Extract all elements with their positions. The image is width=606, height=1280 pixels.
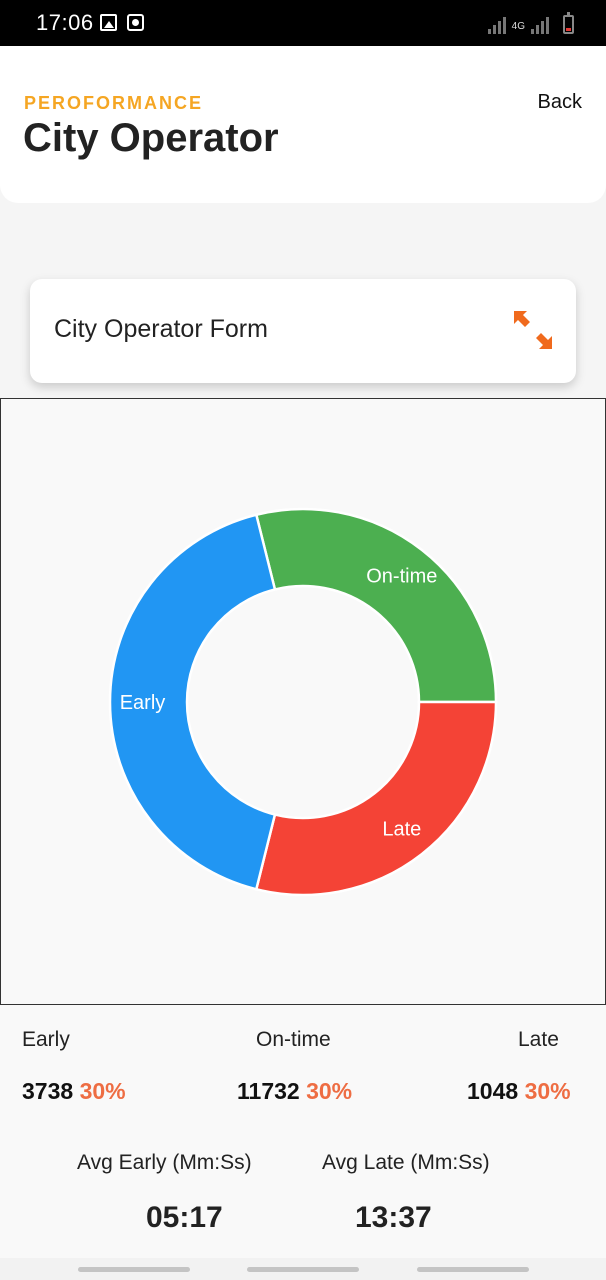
- donut-slice-on-time[interactable]: [254, 507, 498, 704]
- network-type-label: 4G: [511, 21, 525, 32]
- late-percent: 30%: [524, 1078, 571, 1104]
- status-notification-icons: [100, 14, 144, 31]
- late-value: 1048 30%: [467, 1078, 571, 1105]
- photo-icon: [100, 14, 117, 31]
- donut-slice-late[interactable]: [254, 700, 498, 897]
- early-label: Early: [22, 1028, 70, 1051]
- nav-back-button[interactable]: [417, 1267, 529, 1272]
- battery-icon: [563, 12, 574, 34]
- avg-late-label: Avg Late (Mm:Ss): [322, 1151, 490, 1174]
- stats-panel: Early On-time Late 3738 30% 11732 30% 10…: [0, 1005, 606, 1260]
- ontime-label: On-time: [256, 1028, 331, 1051]
- chart-container: On-time Late Early: [0, 398, 606, 1005]
- donut-chart: On-time Late Early: [108, 507, 498, 897]
- late-count: 1048: [467, 1078, 519, 1104]
- nav-home-button[interactable]: [247, 1267, 359, 1272]
- donut-label-early: Early: [120, 692, 166, 714]
- record-icon: [127, 14, 144, 31]
- status-bar: 17:06 4G: [0, 0, 606, 46]
- status-system-icons: 4G: [487, 12, 574, 34]
- wifi-signal-icon: [487, 16, 506, 34]
- ontime-value: 11732 30%: [237, 1078, 352, 1105]
- avg-early-value: 05:17: [146, 1201, 223, 1234]
- status-time: 17:06: [36, 10, 94, 35]
- system-nav-bar: [0, 1258, 606, 1280]
- early-percent: 30%: [79, 1078, 126, 1104]
- form-card[interactable]: City Operator Form: [30, 279, 576, 383]
- late-label: Late: [518, 1028, 559, 1051]
- header-subtitle: PEROFORMANCE: [24, 93, 204, 113]
- early-count: 3738: [22, 1078, 74, 1104]
- form-card-title: City Operator Form: [54, 315, 268, 343]
- donut-label-on-time: On-time: [366, 566, 437, 588]
- ontime-percent: 30%: [306, 1078, 353, 1104]
- expand-arrows-icon[interactable]: [510, 307, 556, 353]
- back-button[interactable]: Back: [538, 91, 582, 114]
- donut-label-late: Late: [382, 818, 421, 840]
- ontime-count: 11732: [237, 1078, 300, 1104]
- avg-late-value: 13:37: [355, 1201, 432, 1234]
- page-title: City Operator: [23, 116, 279, 160]
- cell-signal-icon: [531, 16, 549, 34]
- nav-recents-button[interactable]: [78, 1267, 190, 1272]
- avg-early-label: Avg Early (Mm:Ss): [77, 1151, 252, 1174]
- early-value: 3738 30%: [22, 1078, 126, 1105]
